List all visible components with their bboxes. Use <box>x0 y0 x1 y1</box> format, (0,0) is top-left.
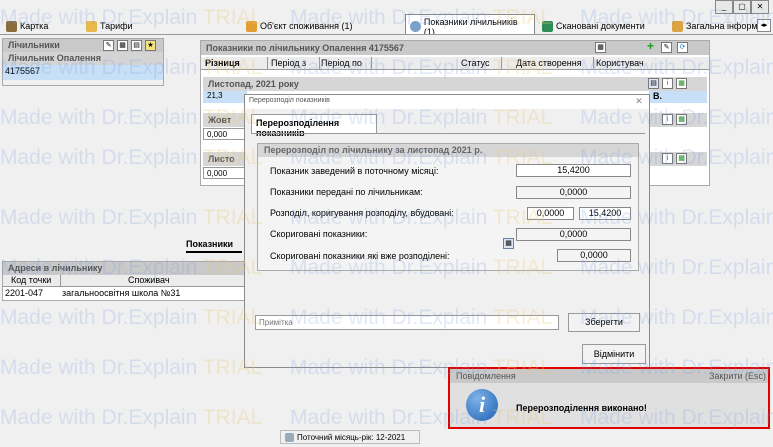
value-field[interactable]: 15,4200 <box>579 207 631 220</box>
tab-scanned-docs[interactable]: Скановані документи <box>538 16 649 36</box>
tab-tariffs[interactable]: Тарифи <box>82 16 137 36</box>
value-field[interactable]: 0,0000 <box>527 207 574 220</box>
tab-consumption-object[interactable]: Об'єкт споживання (1) <box>242 16 356 36</box>
object-icon <box>246 20 257 32</box>
tab-label: Скановані документи <box>556 21 645 31</box>
column-header: Споживач <box>128 275 170 285</box>
column-header: Дата створення <box>516 58 582 68</box>
meters-row-selected[interactable]: 4175567 <box>3 65 163 80</box>
column-header: Користувач <box>596 58 644 68</box>
dialog-title: Перерозподіл показників <box>245 95 649 109</box>
column-header: Період з <box>271 58 307 68</box>
calc-icon[interactable]: ▦ <box>676 114 687 125</box>
tab-label: Тарифи <box>100 21 133 31</box>
scan-icon <box>542 20 553 32</box>
tab-readings-middle[interactable]: Показники <box>186 239 242 253</box>
addresses-title: Адреси в лічильнику <box>3 262 251 275</box>
column-header: Різниця <box>205 58 240 68</box>
edit-icon[interactable]: ✎ <box>661 42 672 53</box>
add-icon[interactable]: + <box>645 40 656 53</box>
value-field[interactable]: 15,4200 <box>516 164 631 177</box>
row-label: Показники передані по лічильникам: <box>270 187 423 197</box>
calendar-icon <box>285 432 294 442</box>
status-bar: Поточний місяць-рік: 12-2021 <box>280 430 420 444</box>
refresh-icon[interactable]: ⟳ <box>677 42 688 53</box>
meters-column-header: Лічильник Опалення <box>3 52 163 65</box>
addresses-panel: Адреси в лічильнику Код точки Споживач 2… <box>2 261 252 301</box>
meter-readings-icon <box>410 21 421 32</box>
meters-panel: Лічильники ✎ ▦ ▤ ★ Лічильник Опалення 41… <box>2 38 164 86</box>
readings-header-row: Різниця Період з Період по Статус Дата с… <box>201 57 709 70</box>
tab-label: Об'єкт споживання (1) <box>260 21 353 31</box>
table-row[interactable]: 2201-047 загальноосвітня школа №31 <box>3 288 251 300</box>
value-field: 0,0000 <box>516 228 631 241</box>
readings-value[interactable]: 0,000 <box>203 167 247 179</box>
tab-redistribution[interactable]: Перерозподілення показників <box>251 114 377 138</box>
info-icon <box>672 20 683 32</box>
calc-icon[interactable]: ▦ <box>676 153 687 164</box>
save-button[interactable]: Зберегти <box>568 313 640 332</box>
readings-group-header: Листопад, 2021 року <box>203 77 707 91</box>
readings-value[interactable]: 21,3 <box>203 91 247 103</box>
meters-toolbar: ✎ ▦ ▤ ★ <box>103 40 163 51</box>
redistribution-dialog: Перерозподіл показників ✕ Перерозподілен… <box>244 94 650 368</box>
tab-label: Загальна інформ <box>686 21 758 31</box>
tab-general-info[interactable]: Загальна інформ <box>668 16 762 36</box>
info-icon: i <box>466 389 498 421</box>
redistribution-group: Перерозподіл по лічильнику за листопад 2… <box>257 143 639 271</box>
info-icon[interactable]: i <box>662 78 673 89</box>
readings-value[interactable]: 0,000 <box>203 128 247 140</box>
grid-icon[interactable]: ▦ <box>595 42 606 53</box>
star-icon[interactable]: ★ <box>145 40 156 51</box>
address-consumer: загальноосвітня школа №31 <box>62 288 181 298</box>
tariff-icon <box>86 20 97 32</box>
notification-popup: Повідомлення Закрити (Esc) i Перерозподі… <box>448 367 770 429</box>
chart-icon[interactable]: ▤ <box>131 40 142 51</box>
notification-message: Перерозподілення виконано! <box>516 403 647 413</box>
calc-icon[interactable]: ▦ <box>676 78 687 89</box>
address-code: 2201-047 <box>5 288 44 298</box>
column-header: Код точки <box>11 275 52 285</box>
tab-label: Картка <box>20 21 49 31</box>
value-field: 0,0000 <box>557 249 631 262</box>
note-input[interactable] <box>255 315 559 330</box>
readings-toolbar: ▦ + ✎ ⟳ <box>595 40 707 54</box>
column-header: Період по <box>321 58 362 68</box>
edit-icon[interactable]: ✎ <box>103 40 114 51</box>
row-label: Показник заведений в поточному місяці: <box>270 166 439 176</box>
readings-user: В. <box>649 91 707 103</box>
doc-icon[interactable]: ▤ <box>648 78 659 89</box>
value-field: 0,0000 <box>516 186 631 199</box>
calculator-icon[interactable]: ▦ <box>503 238 514 249</box>
row-label: Розподіл, коригування розподілу, вбудова… <box>270 208 454 218</box>
info-icon[interactable]: i <box>662 114 673 125</box>
notification-close[interactable]: Закрити (Esc) <box>709 371 766 381</box>
row-label: Скориговані показники які вже розподілен… <box>270 251 450 261</box>
row-label: Скориговані показники: <box>270 229 368 239</box>
column-header: Статус <box>461 58 490 68</box>
group-title: Перерозподіл по лічильнику за листопад 2… <box>258 144 638 157</box>
current-period: Поточний місяць-рік: 12-2021 <box>297 432 406 442</box>
info-icon[interactable]: i <box>662 153 673 164</box>
card-icon <box>6 20 17 32</box>
addresses-header-row: Код точки Споживач <box>3 275 251 287</box>
tab-card[interactable]: Картка <box>2 16 52 36</box>
tab-bar: Картка Тарифи Об'єкт споживання (1) Пока… <box>0 8 773 38</box>
close-icon[interactable]: ✕ <box>633 96 645 108</box>
grid-icon[interactable]: ▦ <box>117 40 128 51</box>
tab-scroll-arrows[interactable]: ◂▸ <box>757 19 771 32</box>
cancel-button[interactable]: Відмінити <box>582 344 646 364</box>
